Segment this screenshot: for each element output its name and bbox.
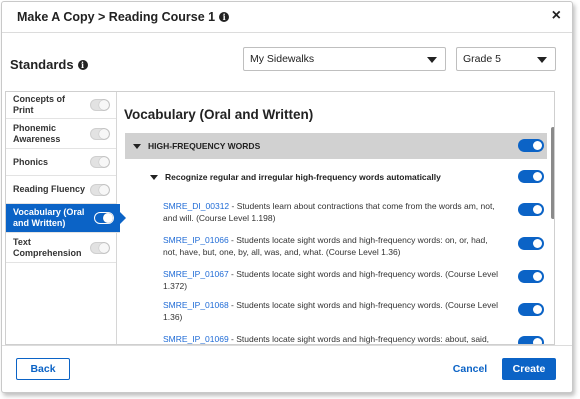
group-label: HIGH-FREQUENCY WORDS	[148, 141, 261, 151]
group-toggle[interactable]	[518, 139, 544, 152]
grade-select[interactable]: Grade 5	[456, 47, 556, 71]
standards-info-icon[interactable]: i	[77, 59, 88, 70]
standards-content: Vocabulary (Oral and Written) HIGH-FREQU…	[118, 92, 552, 344]
standard-code-link[interactable]: SMRE_IP_01069	[163, 334, 229, 344]
strand-toggle[interactable]	[90, 156, 110, 168]
subgroup-header[interactable]: Recognize regular and irregular high-fre…	[150, 172, 441, 182]
strand-toggle[interactable]	[94, 212, 114, 224]
group-header-high-frequency-words[interactable]: HIGH-FREQUENCY WORDS	[125, 133, 547, 159]
sidebar-item-label: Text Comprehension	[13, 236, 82, 258]
sidebar-item-label: Phonics	[13, 156, 49, 167]
standards-panel: Concepts of Print Phonemic Awareness Pho…	[5, 91, 555, 345]
program-select[interactable]: My Sidewalks	[243, 47, 446, 71]
sidebar-item-label: Phonemic Awareness	[13, 122, 61, 144]
standard-row: SMRE_IP_01069 - Students locate sight wo…	[163, 333, 503, 344]
standard-code-link[interactable]: SMRE_IP_01067	[163, 269, 229, 279]
standard-row: SMRE_DI_00312 - Students learn about con…	[163, 200, 503, 224]
sidebar-item-phonemic-awareness[interactable]: Phonemic Awareness	[6, 119, 116, 149]
back-button[interactable]: Back	[16, 358, 70, 380]
standard-row: SMRE_IP_01066 - Students locate sight wo…	[163, 234, 503, 258]
caret-down-icon[interactable]	[150, 174, 158, 180]
standard-row: SMRE_IP_01067 - Students locate sight wo…	[163, 268, 503, 292]
standard-code-link[interactable]: SMRE_IP_01068	[163, 300, 229, 310]
strand-toggle[interactable]	[90, 99, 110, 111]
strand-toggle[interactable]	[90, 183, 110, 196]
standard-toggle[interactable]	[518, 270, 544, 283]
dialog-titlebar: Make A Copy > Reading Course 1 i ×	[2, 2, 572, 33]
subgroup-label: Recognize regular and irregular high-fre…	[165, 172, 441, 182]
sidebar-item-label: Concepts of Print	[13, 94, 66, 115]
cancel-button[interactable]: Cancel	[448, 358, 492, 380]
sidebar-item-label: Reading Fluency	[13, 184, 86, 194]
sidebar-item-label: Vocabulary (Oral and Written)	[13, 207, 85, 228]
chevron-down-icon	[427, 57, 437, 63]
strand-sidebar: Concepts of Print Phonemic Awareness Pho…	[6, 92, 126, 344]
sidebar-item-vocabulary[interactable]: Vocabulary (Oral and Written)	[6, 204, 126, 233]
standard-row: SMRE_IP_01068 - Students locate sight wo…	[163, 299, 503, 323]
make-copy-dialog: Make A Copy > Reading Course 1 i × Stand…	[1, 1, 573, 393]
sidebar-item-phonics[interactable]: Phonics	[6, 149, 116, 176]
standard-toggle[interactable]	[518, 303, 544, 316]
standard-toggle[interactable]	[518, 203, 544, 216]
standard-toggle[interactable]	[518, 336, 544, 344]
strand-toggle[interactable]	[90, 241, 110, 254]
info-icon[interactable]: i	[219, 12, 230, 22]
chevron-down-icon	[537, 57, 547, 63]
standards-heading: Standards i	[10, 57, 88, 72]
grade-select-value: Grade 5	[463, 53, 501, 65]
create-button[interactable]: Create	[502, 358, 556, 380]
strand-heading: Vocabulary (Oral and Written)	[124, 107, 314, 122]
caret-down-icon[interactable]	[133, 143, 141, 149]
sidebar-item-concepts-of-print[interactable]: Concepts of Print	[6, 92, 116, 119]
close-icon[interactable]: ×	[552, 7, 561, 25]
program-select-value: My Sidewalks	[250, 53, 315, 65]
dialog-title: Make A Copy > Reading Course 1 i	[17, 10, 230, 24]
standard-code-link[interactable]: SMRE_DI_00312	[163, 201, 229, 211]
standard-toggle[interactable]	[518, 237, 544, 250]
sidebar-item-text-comprehension[interactable]: Text Comprehension	[6, 233, 116, 263]
content-scrollbar[interactable]	[551, 127, 554, 219]
dialog-footer: Back Cancel Create	[2, 345, 572, 392]
sidebar-item-reading-fluency[interactable]: Reading Fluency	[6, 176, 116, 204]
subgroup-toggle[interactable]	[518, 170, 544, 183]
dialog-title-text: Make A Copy > Reading Course 1	[17, 10, 216, 24]
standard-code-link[interactable]: SMRE_IP_01066	[163, 235, 229, 245]
strand-toggle[interactable]	[90, 127, 110, 140]
standards-title: Standards	[10, 57, 74, 72]
